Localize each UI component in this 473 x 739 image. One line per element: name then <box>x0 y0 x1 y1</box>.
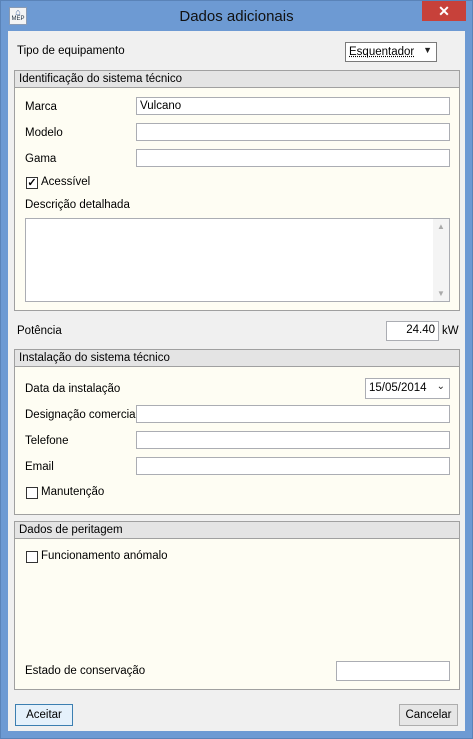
title-bar[interactable]: ⌂ MEP Dados adicionais ✕ <box>1 1 472 31</box>
brand-label: Marca <box>25 101 57 113</box>
scroll-down-icon[interactable]: ▼ <box>437 289 445 298</box>
inspection-group-header: Dados de peritagem <box>15 522 459 539</box>
close-button[interactable]: ✕ <box>422 1 466 21</box>
dialog-window: ⌂ MEP Dados adicionais ✕ Tipo de equipame… <box>0 0 473 739</box>
conservation-state-field[interactable] <box>336 661 450 681</box>
identification-group-header: Identificação do sistema técnico <box>15 71 459 88</box>
maintenance-checkbox[interactable] <box>26 487 38 499</box>
range-field[interactable] <box>136 149 450 167</box>
phone-field[interactable] <box>136 431 450 449</box>
close-icon: ✕ <box>438 3 450 19</box>
installation-group: Instalação do sistema técnico Data da in… <box>14 349 460 515</box>
inspection-group: Dados de peritagem Funcionamento anómalo… <box>14 521 460 690</box>
accessible-checkbox[interactable]: ✓ <box>26 177 38 189</box>
email-label: Email <box>25 461 54 473</box>
install-date-picker[interactable]: 15/05/2014 ⌄ <box>365 378 450 399</box>
conservation-state-label: Estado de conservação <box>25 665 146 677</box>
power-label: Potência <box>17 325 62 337</box>
trade-name-label: Designação comercial <box>25 409 139 421</box>
maintenance-label: Manutenção <box>41 486 105 498</box>
trade-name-field[interactable] <box>136 405 450 423</box>
power-unit: kW <box>442 325 459 337</box>
calendar-dropdown-icon: ⌄ <box>436 381 445 392</box>
description-label: Descrição detalhada <box>25 199 130 211</box>
scroll-up-icon[interactable]: ▲ <box>437 222 445 231</box>
description-textarea[interactable]: ▲ ▼ <box>25 218 450 302</box>
model-field[interactable] <box>136 123 450 141</box>
cancel-button[interactable]: Cancelar <box>399 704 458 726</box>
anomalous-operation-checkbox[interactable] <box>26 551 38 563</box>
range-label: Gama <box>25 153 57 165</box>
model-label: Modelo <box>25 127 63 139</box>
accessible-label: Acessível <box>41 176 91 188</box>
equipment-type-select[interactable]: Esquentador ▼ <box>345 42 437 62</box>
install-date-label: Data da instalação <box>25 383 121 395</box>
accept-button[interactable]: Aceitar <box>15 704 73 726</box>
installation-group-header: Instalação do sistema técnico <box>15 350 459 367</box>
power-field[interactable]: 24.40 <box>386 321 439 341</box>
identification-group: Identificação do sistema técnico Marca V… <box>14 70 460 311</box>
equipment-type-label: Tipo de equipamento <box>17 45 125 57</box>
brand-field[interactable]: Vulcano <box>136 97 450 115</box>
email-field[interactable] <box>136 457 450 475</box>
anomalous-operation-label: Funcionamento anómalo <box>41 550 168 562</box>
phone-label: Telefone <box>25 435 69 447</box>
description-scrollbar[interactable]: ▲ ▼ <box>433 219 449 301</box>
window-title: Dados adicionais <box>179 8 294 25</box>
chevron-down-icon: ▼ <box>423 45 432 55</box>
equipment-type-value: Esquentador <box>349 46 415 58</box>
dialog-body: Tipo de equipamento Esquentador ▼ Identi… <box>8 31 465 731</box>
install-date-value: 15/05/2014 <box>369 382 427 394</box>
checkmark-icon: ✓ <box>27 177 37 189</box>
